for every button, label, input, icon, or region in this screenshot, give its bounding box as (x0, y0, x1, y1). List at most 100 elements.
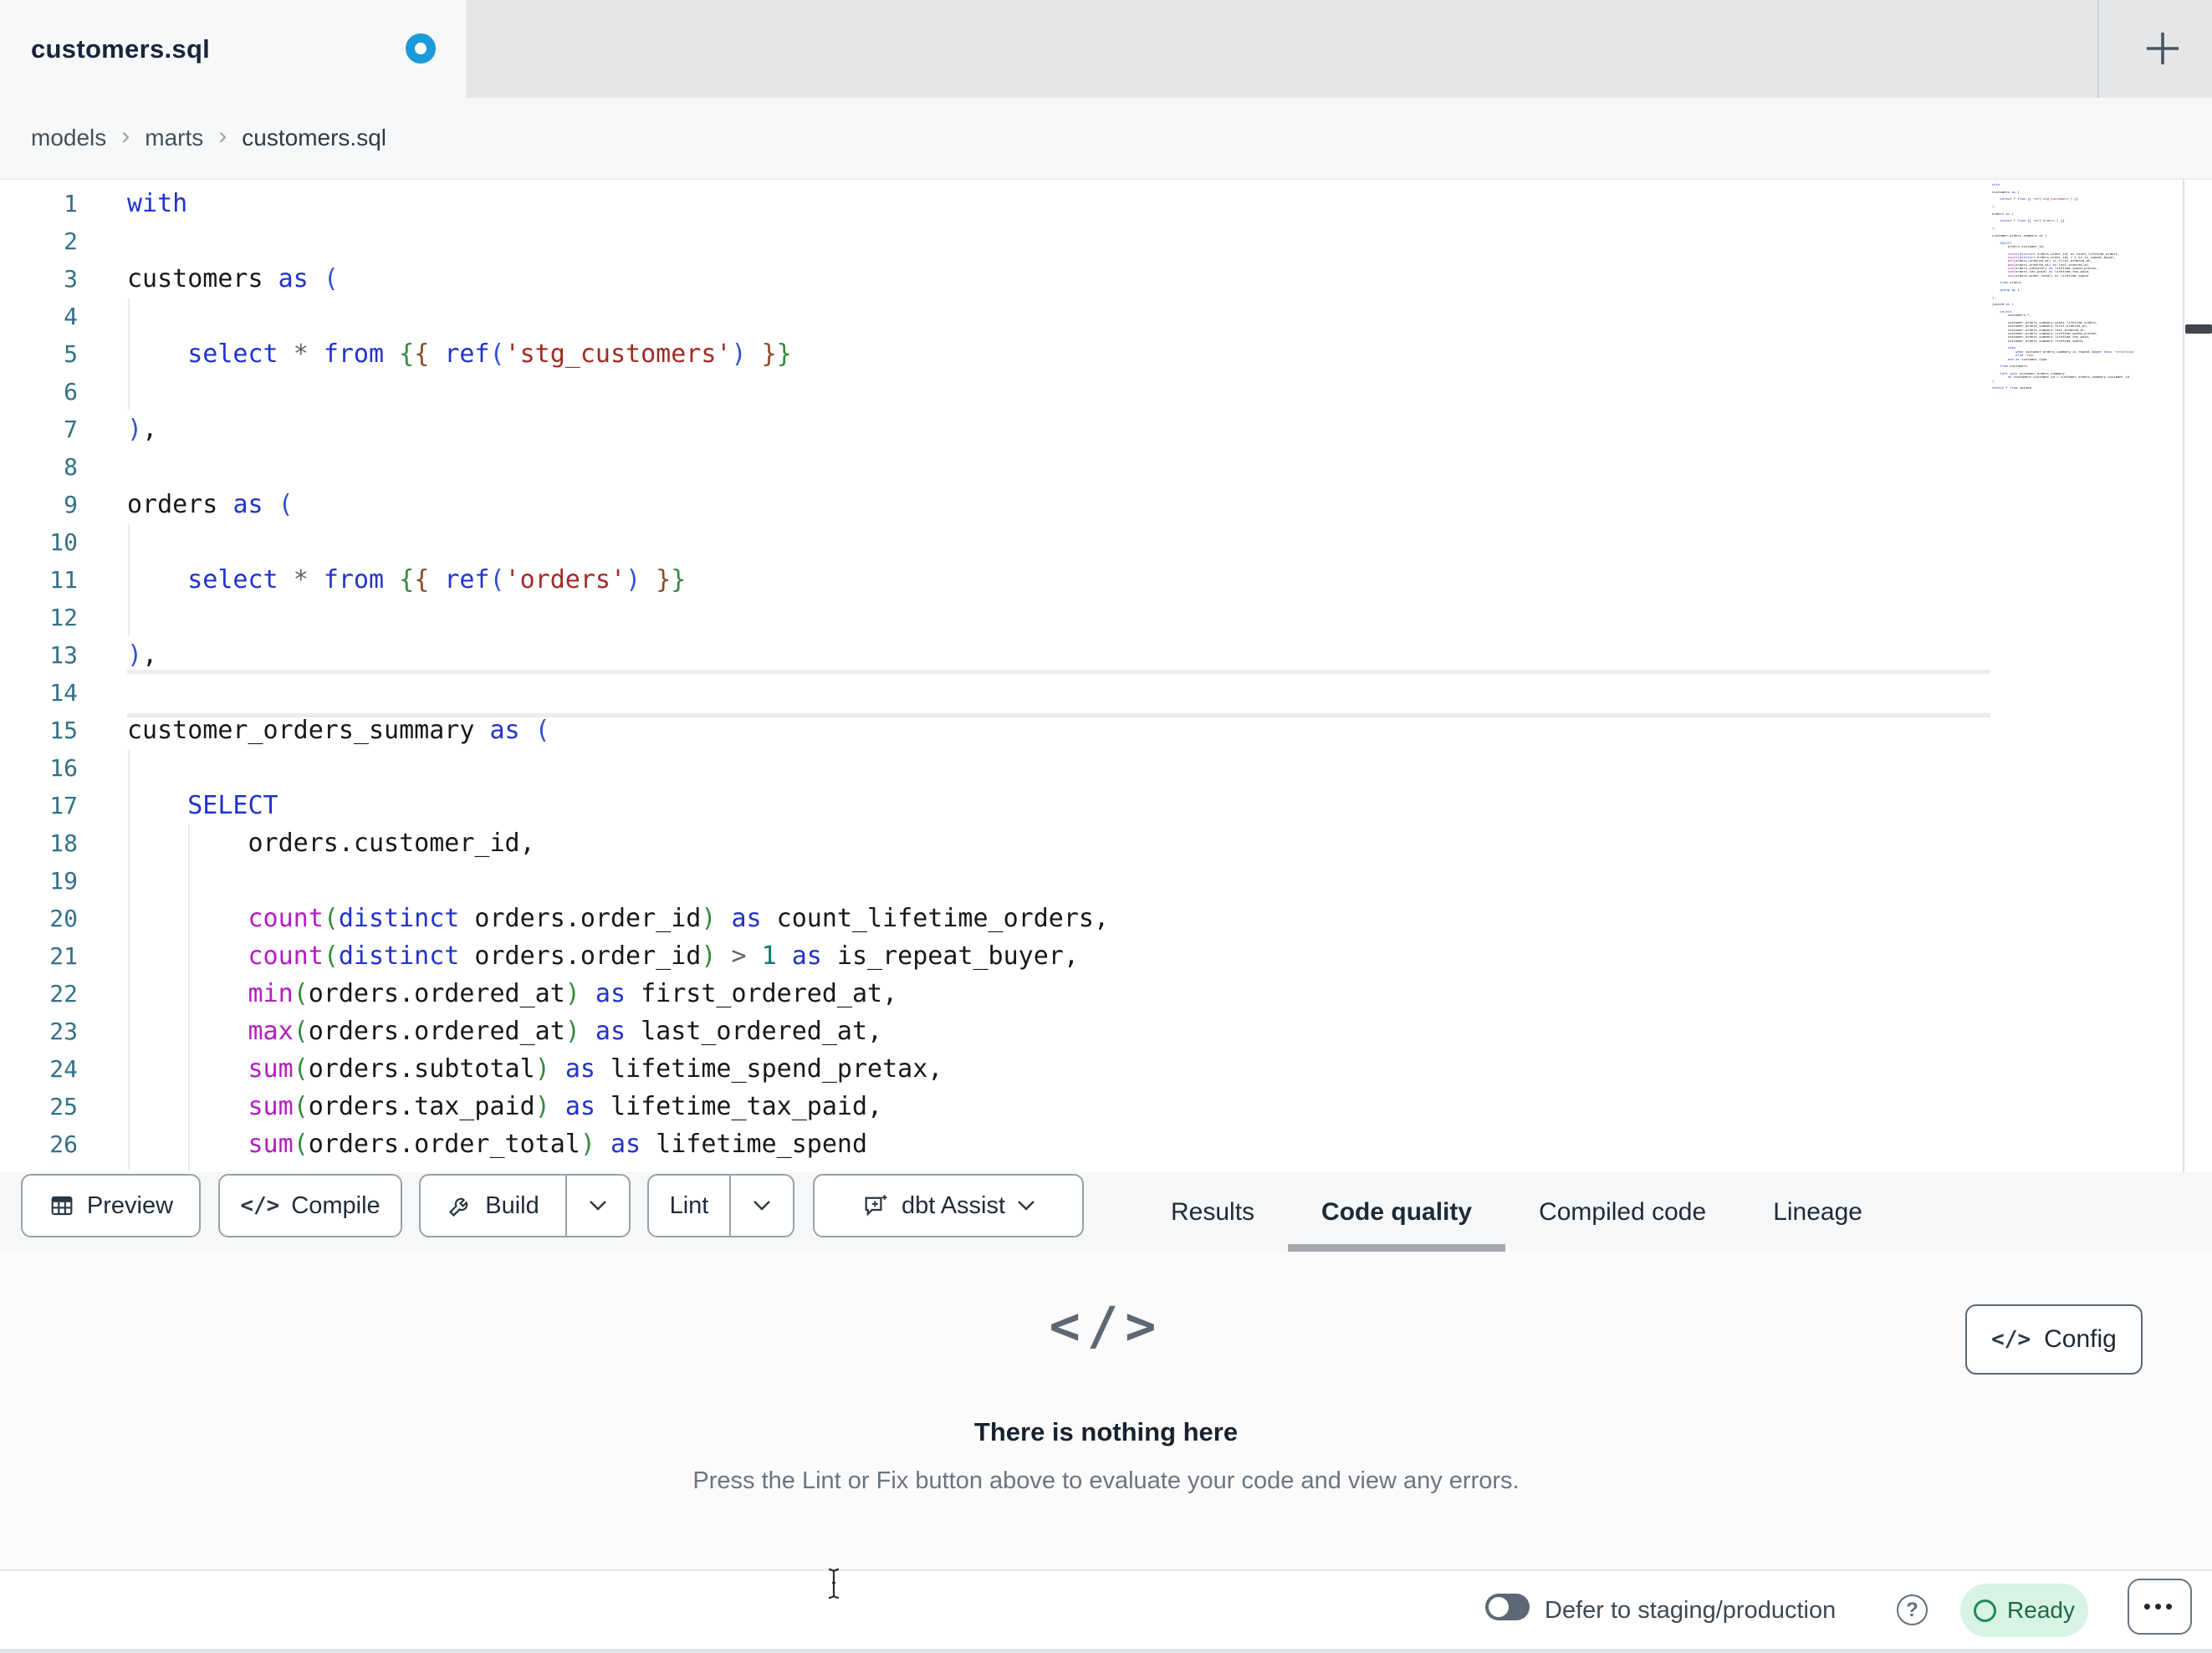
chevron-down-icon (754, 1201, 770, 1211)
code-line[interactable]: SELECT (127, 787, 1109, 824)
breadcrumb-item-file: customers.sql (242, 125, 386, 151)
code-editor[interactable]: 1 2 3 4 5 6 7 8 9 10 11 12 13 14 15 16 17 18 19 20 21 22 23 24 2… (0, 178, 2212, 1174)
preview-button-label: Preview (86, 1191, 174, 1219)
file-tab-customers-sql[interactable]: customers.sql (0, 0, 466, 98)
chevron-right-icon: › (121, 122, 130, 150)
help-icon[interactable]: ? (1897, 1594, 1928, 1625)
tab-results-label: Results (1171, 1197, 1255, 1226)
code-brackets-icon: </> (1991, 1327, 2031, 1352)
code-line[interactable] (127, 599, 1109, 636)
chevron-right-icon: › (218, 122, 227, 150)
code-line[interactable]: customer_orders_summary as ( (127, 712, 1109, 749)
ready-circle-icon (1974, 1599, 1997, 1622)
dbt-assist-label: dbt Assist (901, 1191, 1006, 1219)
build-split-button: Build (419, 1174, 631, 1237)
tab-code-quality[interactable]: Code quality (1288, 1172, 1506, 1252)
defer-label: Defer to staging/production (1545, 1597, 1837, 1624)
status-bar: Defer to staging/production ? Ready ••• (0, 1569, 2212, 1649)
empty-state-subtitle: Press the Lint or Fix button above to ev… (692, 1467, 1520, 1494)
line-number: 3 (64, 265, 78, 293)
lint-split-button: Lint (647, 1174, 794, 1237)
lint-button-label: Lint (669, 1191, 709, 1219)
code-line[interactable]: customers as ( (127, 260, 1109, 298)
config-button[interactable]: </> Config (1965, 1304, 2143, 1375)
line-number: 9 (64, 491, 78, 518)
line-number: 17 (49, 792, 78, 819)
build-button[interactable]: Build (421, 1176, 565, 1236)
code-line[interactable] (127, 448, 1109, 486)
code-lines[interactable]: with customers as ( select * from {{ ref(… (127, 185, 1109, 1163)
new-tab-button[interactable] (2142, 28, 2184, 69)
line-number: 24 (49, 1055, 78, 1083)
code-line[interactable] (127, 862, 1109, 900)
code-quality-panel: </> There is nothing here Press the Lint… (0, 1252, 2212, 1569)
line-number: 18 (49, 829, 78, 857)
code-line[interactable] (127, 674, 1109, 712)
lint-dropdown-button[interactable] (729, 1176, 793, 1236)
toggle-knob (1489, 1597, 1509, 1617)
defer-toggle[interactable] (1485, 1594, 1530, 1620)
tab-code-quality-label: Code quality (1321, 1197, 1473, 1226)
tab-compiled-code[interactable]: Compiled code (1505, 1172, 1739, 1252)
tab-compiled-code-label: Compiled code (1539, 1197, 1707, 1226)
breadcrumb-bar: models › marts › customers.sql Save (0, 98, 2212, 268)
preview-button[interactable]: Preview (21, 1174, 201, 1237)
compile-button[interactable]: </> Compile (218, 1174, 402, 1237)
line-number: 12 (49, 604, 78, 631)
build-dropdown-button[interactable] (565, 1176, 629, 1236)
code-line[interactable]: sum(orders.order_total) as lifetime_spen… (127, 1125, 1109, 1163)
line-number: 13 (49, 641, 78, 669)
code-line[interactable]: ), (127, 411, 1109, 448)
code-line[interactable]: ), (127, 636, 1109, 674)
line-number: 25 (49, 1093, 78, 1120)
wrench-icon (449, 1197, 468, 1217)
breadcrumb: models › marts › customers.sql (31, 98, 386, 178)
code-line[interactable] (127, 373, 1109, 411)
line-number: 15 (49, 717, 78, 744)
code-line[interactable]: with (127, 185, 1109, 222)
tab-results[interactable]: Results (1137, 1172, 1288, 1252)
code-line[interactable] (127, 222, 1109, 260)
code-line[interactable]: count(distinct orders.order_id) > 1 as i… (127, 937, 1109, 975)
code-line[interactable]: sum(orders.tax_paid) as lifetime_tax_pai… (127, 1088, 1109, 1125)
line-number: 2 (64, 227, 78, 255)
line-number: 21 (49, 942, 78, 970)
line-number: 22 (49, 980, 78, 1008)
line-number: 23 (49, 1018, 78, 1045)
code-line[interactable]: orders as ( (127, 486, 1109, 523)
dbt-assist-button[interactable]: dbt Assist (813, 1174, 1084, 1237)
tab-lineage[interactable]: Lineage (1739, 1172, 1896, 1252)
config-button-label: Config (2044, 1325, 2117, 1353)
tab-bar: customers.sql (0, 0, 2212, 98)
code-line[interactable]: select * from {{ ref('stg_customers') }} (127, 335, 1109, 373)
code-line[interactable]: orders.customer_id, (127, 824, 1109, 862)
code-line[interactable]: count(distinct orders.order_id) as count… (127, 900, 1110, 937)
code-line[interactable] (127, 523, 1109, 561)
code-line[interactable]: min(orders.ordered_at) as first_ordered_… (127, 975, 1109, 1013)
line-number: 7 (64, 416, 78, 443)
table-icon (51, 1196, 73, 1216)
status-badge-label: Ready (2007, 1597, 2075, 1623)
compile-button-label: Compile (291, 1191, 381, 1219)
code-line[interactable] (127, 749, 1109, 787)
breadcrumb-item-models[interactable]: models (31, 125, 106, 151)
more-options-button[interactable]: ••• (2128, 1579, 2192, 1635)
gutter: 1 2 3 4 5 6 7 8 9 10 11 12 13 14 15 16 17 18 19 20 21 22 23 24 2… (0, 185, 78, 1163)
code-line[interactable] (127, 298, 1109, 335)
plus-icon (2147, 33, 2179, 64)
code-line[interactable]: sum(orders.subtotal) as lifetime_spend_p… (127, 1050, 1109, 1088)
scrollbar-thumb[interactable] (2185, 324, 2212, 334)
ibeam-cursor-icon (828, 1568, 840, 1599)
action-toolbar: Preview </> Compile Build Lint dbt Assis… (0, 1172, 2212, 1252)
window-bottom-edge (0, 1649, 2212, 1653)
file-tab-title: customers.sql (31, 33, 211, 64)
code-line[interactable]: select * from {{ ref('orders') }} (127, 561, 1109, 599)
code-line[interactable]: max(orders.ordered_at) as last_ordered_a… (127, 1013, 1109, 1050)
minimap[interactable]: with customers as ( select * from {{ ref… (1992, 183, 2181, 1170)
lint-button[interactable]: Lint (649, 1176, 729, 1236)
assist-chat-sparkle-icon (865, 1195, 887, 1217)
line-number: 1 (64, 190, 78, 217)
line-number: 11 (49, 566, 78, 594)
code-brackets-icon: </> (1049, 1295, 1163, 1356)
breadcrumb-item-marts[interactable]: marts (145, 125, 203, 151)
